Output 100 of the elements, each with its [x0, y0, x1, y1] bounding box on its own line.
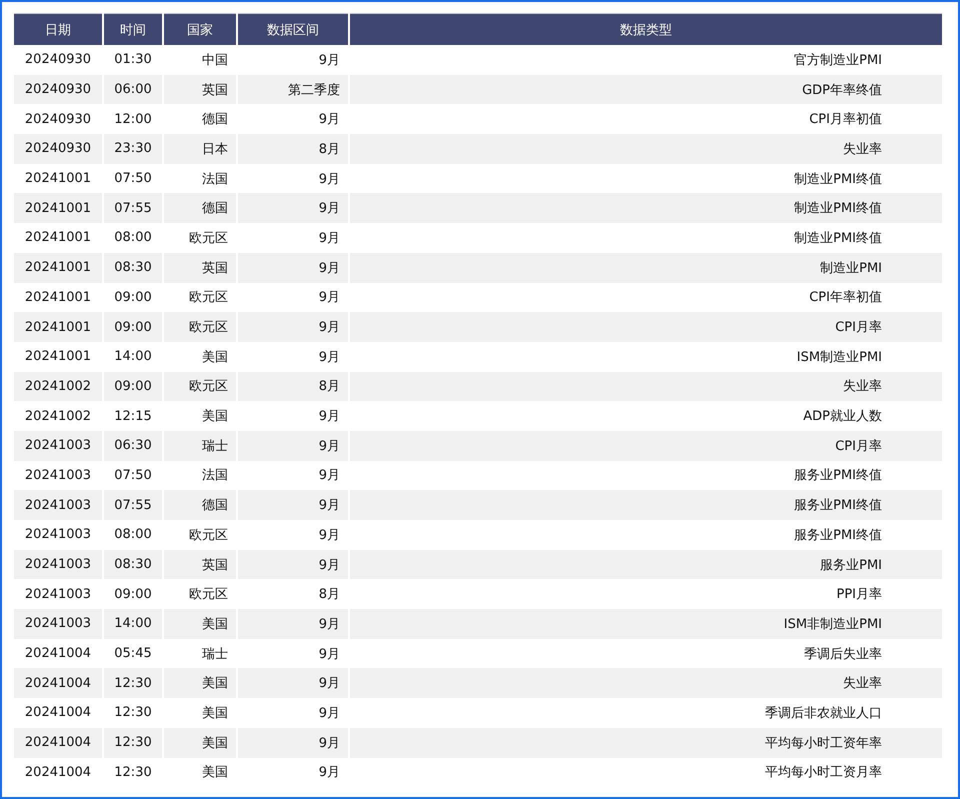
- table-cell-text: 9月: [318, 408, 341, 426]
- table-cell-text: 9月: [318, 646, 341, 664]
- table-cell-text: 德国: [201, 111, 229, 130]
- table-cell: 英国: [164, 550, 236, 580]
- table-cell-text: 20241003: [24, 586, 92, 604]
- table-cell-text: 01:30: [113, 51, 153, 70]
- table-cell: CPI月率: [350, 430, 942, 461]
- table-cell-text: 中国: [201, 52, 229, 70]
- table-cell-text: 09:00: [113, 288, 153, 307]
- table-cell: 12:30: [104, 668, 162, 698]
- table-cell-text: 法国: [201, 467, 229, 486]
- table-cell-text: 20241001: [24, 170, 92, 188]
- table-cell: 失业率: [350, 134, 942, 164]
- table-cell: 06:00: [104, 74, 162, 104]
- table-cell: 09:00: [104, 372, 162, 402]
- table-cell: 20241001: [14, 252, 102, 282]
- table-cell-text: 美国: [201, 764, 229, 782]
- table-cell-text: 8月: [318, 586, 341, 604]
- table-cell-text: 20240930: [24, 51, 92, 70]
- table-cell: 9月: [238, 550, 348, 580]
- table-cell-text: 07:50: [113, 170, 153, 188]
- table-cell: 美国: [164, 668, 236, 698]
- table-cell: 9月: [238, 312, 348, 342]
- table-cell-text: CPI年率初值: [808, 289, 883, 308]
- table-cell: 德国: [164, 490, 236, 520]
- table-cell-text: 平均每小时工资月率: [764, 764, 883, 782]
- table-cell: 英国: [164, 74, 236, 104]
- table-cell-text: 9月: [318, 111, 341, 130]
- table-cell: 20241003: [14, 550, 102, 580]
- table-cell-text: 美国: [201, 704, 229, 723]
- table-cell: 20241003: [14, 430, 102, 461]
- table-cell: 9月: [238, 430, 348, 461]
- table-cell-text: 9月: [318, 170, 341, 189]
- table-cell: 9月: [238, 609, 348, 639]
- table-cell: 制造业PMI终值: [350, 193, 942, 224]
- table-cell: 瑞士: [164, 430, 236, 461]
- table-cell-text: 欧元区: [188, 230, 229, 248]
- table-cell-text: ADP就业人数: [802, 408, 883, 426]
- table-cell-text: 美国: [201, 408, 229, 426]
- table-cell: 20241004: [14, 728, 102, 758]
- table-cell-text: 20241003: [24, 466, 92, 485]
- table-cell: 服务业PMI终值: [350, 490, 942, 520]
- table-cell: 服务业PMI: [350, 550, 942, 580]
- table-cell: 07:55: [104, 193, 162, 224]
- table-cell-text: 法国: [201, 170, 229, 189]
- table-cell: 欧元区: [164, 312, 236, 342]
- column-header: 数据类型: [350, 13, 942, 45]
- table-cell-text: 12:00: [113, 110, 153, 129]
- table-cell-text: 欧元区: [188, 526, 229, 545]
- table-cell: 9月: [238, 668, 348, 698]
- table-cell: 美国: [164, 728, 236, 758]
- table-cell-text: 欧元区: [188, 289, 229, 308]
- table-cell: 20240930: [14, 74, 102, 104]
- table-cell-text: 20241004: [24, 704, 92, 722]
- table-cell-text: 9月: [318, 467, 341, 486]
- column-header: 时间: [104, 13, 162, 45]
- table-cell-text: 20241004: [24, 764, 92, 782]
- table-cell-text: 官方制造业PMI: [793, 52, 883, 70]
- table-cell-text: 20241003: [24, 526, 92, 544]
- table-cell: 23:30: [104, 134, 162, 164]
- table-cell-text: 9月: [318, 348, 341, 367]
- table-cell: 20241003: [14, 490, 102, 520]
- table-cell: 20241001: [14, 193, 102, 224]
- table-cell: 9月: [238, 252, 348, 282]
- table-cell: GDP年率终值: [350, 74, 942, 104]
- table-cell: 20240930: [14, 134, 102, 164]
- table-cell-text: 季调后非农就业人口: [764, 704, 883, 723]
- table-cell: CPI月率: [350, 312, 942, 342]
- table-cell: 8月: [238, 372, 348, 402]
- column-header: 国家: [164, 13, 236, 45]
- table-cell-text: 20240930: [24, 110, 92, 129]
- table-cell: 失业率: [350, 668, 942, 698]
- table-cell: 失业率: [350, 372, 942, 402]
- table-cell-text: PPI月率: [835, 586, 883, 604]
- table-cell-text: 12:15: [113, 408, 153, 426]
- table-cell: 08:30: [104, 252, 162, 282]
- table-cell: 20241002: [14, 372, 102, 402]
- table-cell-text: ISM制造业PMI: [796, 348, 883, 367]
- table-cell-text: 9月: [318, 52, 341, 70]
- table-cell-text: 08:00: [113, 229, 153, 248]
- table-cell-text: 制造业PMI终值: [793, 170, 883, 189]
- table-cell-text: 瑞士: [201, 646, 229, 664]
- table-cell: 欧元区: [164, 372, 236, 402]
- table-cell: 制造业PMI: [350, 252, 942, 282]
- table-cell: 20241003: [14, 609, 102, 639]
- table-cell-text: 09:00: [113, 586, 153, 604]
- table-cell: 07:55: [104, 490, 162, 520]
- table-cell-text: 20241002: [24, 408, 92, 426]
- table-cell: 德国: [164, 193, 236, 224]
- table-cell: 第二季度: [238, 74, 348, 104]
- table-cell-text: 12:30: [113, 704, 153, 722]
- table-cell: ISM非制造业PMI: [350, 609, 942, 639]
- table-cell: 9月: [238, 193, 348, 224]
- table-cell-text: 季调后失业率: [803, 646, 883, 664]
- table-cell: 9月: [238, 490, 348, 520]
- table-cell-text: 制造业PMI终值: [793, 230, 883, 248]
- column-header: 日期: [14, 13, 102, 45]
- table-cell: 美国: [164, 609, 236, 639]
- table-cell-text: 服务业PMI终值: [793, 526, 883, 545]
- table-cell: 20241004: [14, 668, 102, 698]
